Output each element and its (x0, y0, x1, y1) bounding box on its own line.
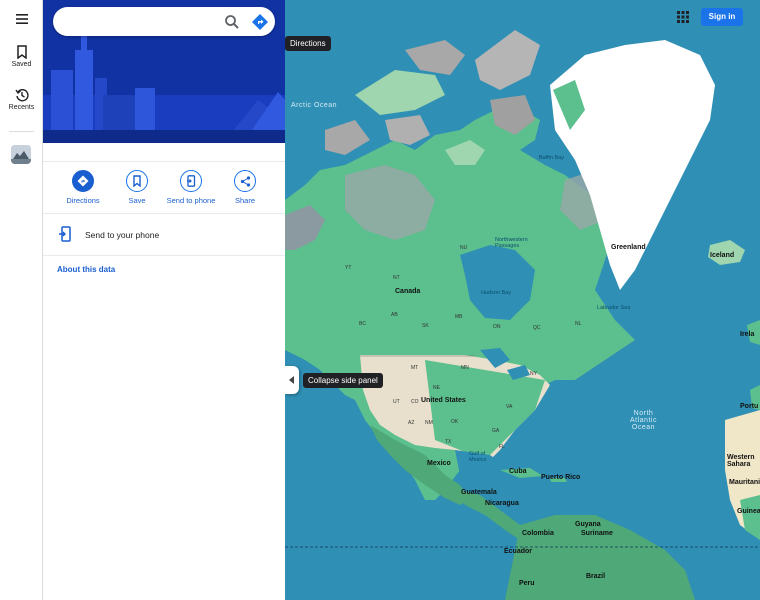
map-label-canada: Canada (395, 288, 421, 295)
map-label-arctic-ocean: Arctic Ocean (291, 102, 338, 109)
rail-divider (9, 131, 34, 132)
map-label-nicaragua: Nicaragua (485, 500, 519, 507)
map-label-north-atlantic-ocean: North Atlantic Ocean (630, 410, 657, 431)
map-label-brazil: Brazil (586, 573, 606, 580)
map-label-state: NY (530, 371, 537, 377)
map-label-gulf-of-mexico: Gulf of Mexico (469, 451, 487, 463)
caret-left-icon (289, 376, 294, 384)
place-thumbnail-icon (11, 145, 31, 164)
map-label-state: GA (492, 428, 500, 434)
map-label-labrador-sea: Labrador Sea (597, 305, 631, 311)
map-label-state: OK (451, 419, 459, 425)
map-label-portugal: Portu (740, 403, 759, 410)
map-label-state: ON (493, 324, 501, 330)
map-label-ecuador: Ecuador (504, 548, 533, 555)
menu-button[interactable] (0, 13, 43, 25)
map-label-state: NU (460, 245, 468, 251)
action-label: Directions (66, 196, 100, 205)
action-bar: Directions Save Send to phone Share (43, 168, 285, 212)
map-label-state: UT (393, 399, 400, 405)
rail-item-label: Recents (8, 104, 35, 111)
map-label-state: FL (499, 444, 505, 450)
directions-action-button[interactable]: Directions (55, 170, 111, 205)
map-label-state: QC (533, 325, 541, 331)
map-label-state: VA (506, 404, 513, 410)
send-to-your-phone-row[interactable]: Send to your phone (43, 222, 285, 246)
panel-divider (43, 213, 285, 214)
map-label-peru: Peru (519, 580, 535, 587)
map-label-state: MN (461, 365, 469, 371)
rail-item-saved[interactable]: Saved (0, 45, 43, 68)
send-to-your-phone-label: Send to your phone (85, 230, 160, 240)
map-label-mauritania: Mauritani (729, 479, 760, 486)
rail-item-label: Saved (11, 61, 32, 68)
recent-place-thumbnail[interactable] (11, 145, 31, 164)
map-label-western-sahara: Western Sahara (727, 454, 755, 468)
search-box (53, 7, 275, 36)
panel-divider (43, 255, 285, 256)
map-label-state: NT (393, 275, 400, 281)
action-label: Share (234, 196, 255, 205)
hamburger-menu-icon (15, 14, 28, 24)
map-label-state: BC (359, 321, 366, 327)
map-label-state: MT (411, 365, 419, 371)
map-label-baffin-bay: Baffin Bay (539, 155, 564, 161)
map-label-state: TX (445, 439, 452, 445)
action-label: Send to phone (166, 196, 216, 205)
map-label-colombia: Colombia (522, 530, 554, 537)
map-label-mexico: Mexico (427, 460, 451, 467)
map-label-guatemala: Guatemala (461, 489, 497, 496)
map-label-united-states: United States (421, 397, 466, 404)
send-to-phone-icon (59, 226, 71, 242)
collapse-panel-button[interactable] (285, 366, 299, 394)
share-action-button[interactable]: Share (217, 170, 273, 205)
directions-tooltip: Directions (285, 36, 331, 51)
directions-search-button[interactable] (250, 12, 270, 32)
map-label-hudson-bay: Hudson Bay (481, 290, 511, 296)
map-label-state: AZ (408, 420, 415, 426)
search-button[interactable] (222, 12, 242, 32)
map-label-state: NL (575, 321, 582, 327)
directions-icon (77, 175, 89, 187)
map-label-guyana: Guyana (575, 521, 601, 528)
apps-grid-icon (677, 11, 689, 23)
map-label-state: MB (455, 314, 463, 320)
panel-divider (43, 161, 285, 162)
sign-in-button[interactable]: Sign in (701, 8, 743, 26)
map-label-state: NE (433, 385, 440, 391)
map-label-state: CO (411, 399, 419, 405)
map-graphic[interactable] (285, 0, 760, 600)
action-label: Save (128, 196, 146, 205)
map-label-ireland: Irela (740, 331, 755, 338)
send-to-phone-action-button[interactable]: Send to phone (163, 170, 219, 205)
send-to-phone-icon (187, 175, 196, 187)
map-label-greenland: Greenland (611, 244, 646, 251)
map-label-state: SK (422, 323, 429, 329)
search-icon (225, 15, 239, 29)
map-label-guinea: Guinea (737, 508, 760, 515)
side-panel: Directions Directions Save Send to phone… (43, 0, 331, 600)
map-label-state: YT (345, 265, 352, 271)
map-label-northwestern-passages: Northwestern Passages (495, 237, 528, 249)
left-rail: Saved Recents (0, 0, 43, 600)
rail-item-recents[interactable]: Recents (0, 88, 43, 111)
bookmark-icon (133, 175, 141, 187)
hero-banner (43, 0, 285, 143)
share-icon (240, 175, 250, 187)
map-label-puerto-rico: Puerto Rico (541, 474, 581, 481)
map-label-cuba: Cuba (509, 468, 527, 475)
map-canvas[interactable]: Arctic Ocean Baffin Bay Northwestern Pass… (285, 0, 760, 600)
collapse-panel-tooltip: Collapse side panel (303, 373, 383, 388)
map-label-iceland: Iceland (710, 252, 735, 259)
search-input[interactable] (63, 12, 213, 31)
map-label-state: NM (425, 420, 433, 426)
save-action-button[interactable]: Save (109, 170, 165, 205)
directions-icon (252, 14, 268, 30)
map-label-suriname: Suriname (581, 530, 613, 537)
about-this-data-link[interactable]: About this data (57, 265, 115, 274)
history-icon (14, 89, 29, 102)
bookmark-icon (16, 45, 27, 59)
google-apps-button[interactable] (676, 10, 690, 24)
map-label-state: AB (391, 312, 398, 318)
